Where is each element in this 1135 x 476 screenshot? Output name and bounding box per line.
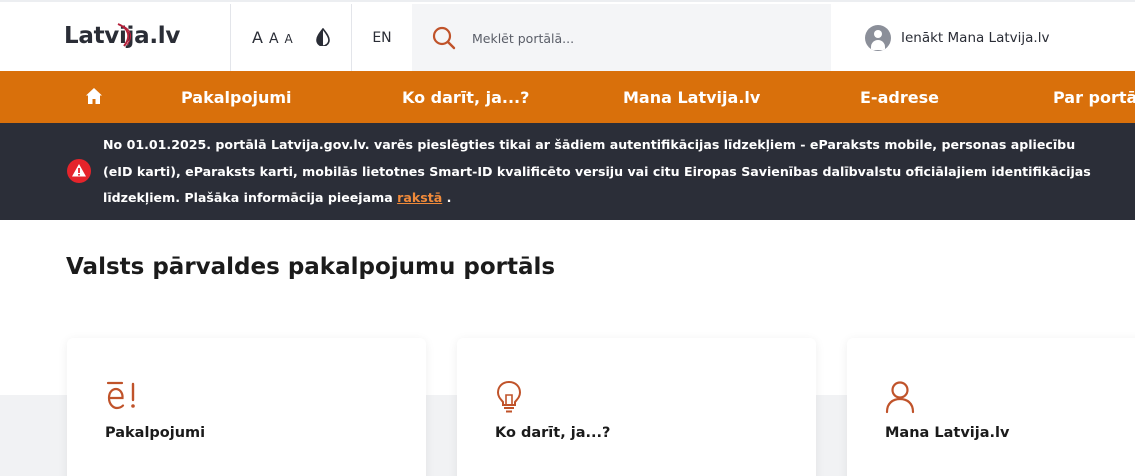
nav-item-ko-darit[interactable]: Ko darīt, ja...? <box>402 71 529 123</box>
home-icon[interactable] <box>85 87 103 105</box>
nav-item-par-portalu[interactable]: Par portālu <box>1053 71 1135 123</box>
site-header: Latvija.lv A A A EN Ienākt Mana Latvija.… <box>0 0 1135 73</box>
font-size-small-button[interactable]: A <box>285 32 293 46</box>
font-size-medium-button[interactable]: A <box>269 31 279 47</box>
font-size-large-button[interactable]: A <box>252 28 263 47</box>
warning-icon <box>67 159 91 183</box>
search-box <box>412 4 831 73</box>
search-icon[interactable] <box>432 26 456 50</box>
user-icon <box>885 381 915 414</box>
alert-article-link[interactable]: rakstā <box>397 190 442 205</box>
alert-message: No 01.01.2025. portālā Latvija.gov.lv. v… <box>103 132 1103 212</box>
card-title: Ko darīt, ja...? <box>495 425 611 441</box>
avatar <box>865 24 891 51</box>
nav-item-e-adrese[interactable]: E-adrese <box>860 71 939 123</box>
login-button[interactable]: Ienākt Mana Latvija.lv <box>865 2 1049 73</box>
nav-item-pakalpojumi[interactable]: Pakalpojumi <box>181 71 292 123</box>
language-switch-button[interactable]: EN <box>352 2 412 73</box>
card-title: Mana Latvija.lv <box>885 425 1010 441</box>
alert-text: No 01.01.2025. portālā Latvija.gov.lv. v… <box>103 137 1091 205</box>
header-divider <box>230 4 231 73</box>
lightbulb-icon <box>496 380 522 413</box>
card-mana-latvija[interactable]: Mana Latvija.lv <box>847 338 1135 476</box>
page-title: Valsts pārvaldes pakalpojumu portāls <box>66 254 556 280</box>
alert-text-suffix: . <box>446 190 452 205</box>
login-label: Ienākt Mana Latvija.lv <box>901 29 1050 46</box>
e-services-icon <box>106 381 135 410</box>
site-logo[interactable]: Latvija.lv <box>64 16 180 56</box>
card-pakalpojumi[interactable]: Pakalpojumi <box>67 338 426 476</box>
card-title: Pakalpojumi <box>105 425 206 441</box>
alert-banner: No 01.01.2025. portālā Latvija.gov.lv. v… <box>0 123 1135 220</box>
main-navigation: Pakalpojumi Ko darīt, ja...? Mana Latvij… <box>0 71 1135 123</box>
card-ko-darit[interactable]: Ko darīt, ja...? <box>457 338 816 476</box>
font-size-controls: A A A <box>252 2 293 73</box>
search-input[interactable] <box>472 24 812 52</box>
contrast-icon[interactable] <box>314 28 332 46</box>
logo-swoosh-icon <box>117 23 132 47</box>
nav-item-mana-latvija[interactable]: Mana Latvija.lv <box>623 71 760 123</box>
